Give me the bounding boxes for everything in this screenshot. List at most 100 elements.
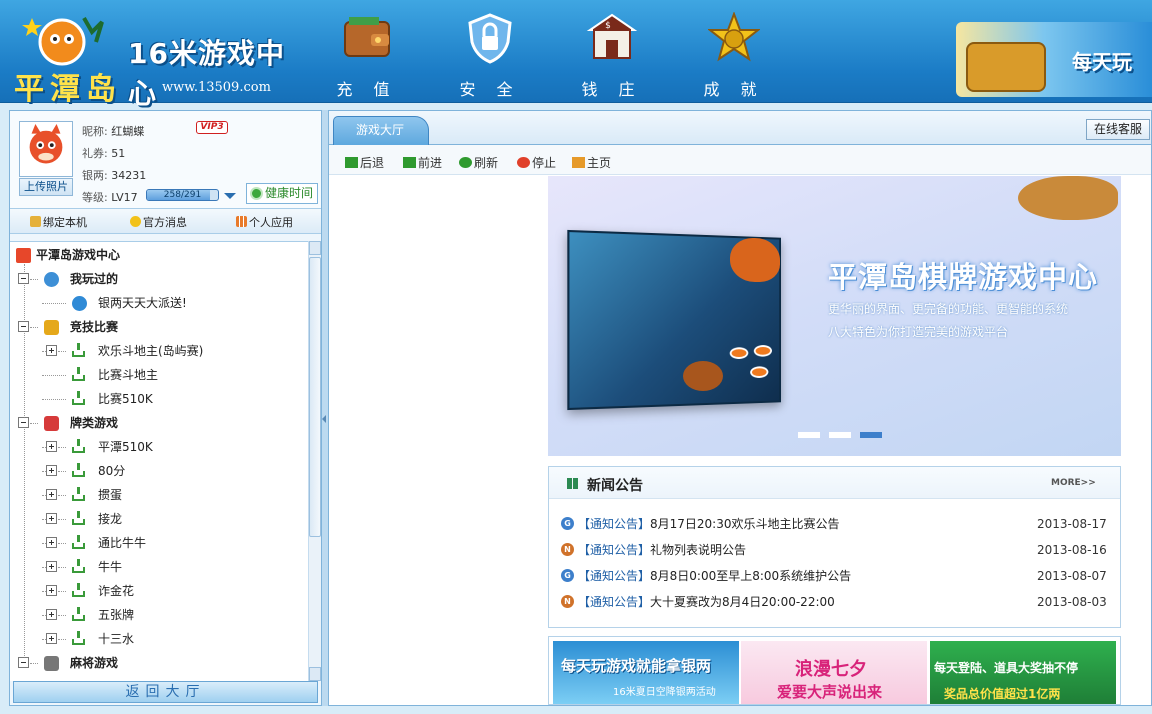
nav-recharge[interactable]: 充 值 [327,12,407,100]
carousel-dot-2[interactable] [829,432,851,438]
tree-root[interactable]: 平潭岛游戏中心 [16,244,120,266]
promo-3-caption: 奖品总价值超过1亿两 [944,687,1061,701]
nav-security[interactable]: 安 全 [450,12,530,100]
scroll-down-arrow-icon[interactable] [309,667,321,681]
back-button[interactable]: 后退 [345,154,384,171]
tree-node[interactable]: 我玩过的 [18,268,278,290]
download-icon [72,511,85,525]
level-value: LV17 [111,191,138,204]
promo-tile-2[interactable]: 浪漫七夕 爱要大声说出来 [741,641,927,704]
expand-plus-icon[interactable] [46,537,57,548]
official-news-link[interactable]: 官方消息 [130,214,187,230]
svg-text:$: $ [605,21,619,31]
tree-node[interactable]: 麻将游戏 [18,652,278,674]
tree-node[interactable]: 80分 [42,460,306,482]
refresh-label: 刷新 [474,156,499,170]
carousel-dot-1[interactable] [798,432,820,438]
news-item-title[interactable]: 8月8日0:00至早上8:00系统维护公告 [650,563,851,589]
tree-node-label: 牌类游戏 [70,416,119,430]
news-item-title[interactable]: 礼物列表说明公告 [650,537,746,563]
tree-node[interactable]: 银两天天大派送! [42,292,306,314]
news-item-tag: 【通知公告】 [578,517,651,531]
tree-node[interactable]: 牛牛 [42,556,306,578]
tree-node[interactable]: 比赛斗地主 [42,364,306,386]
stop-label: 停止 [532,156,557,170]
tree-node[interactable]: 牌类游戏 [18,412,278,434]
promo-tile-3[interactable]: 每天登陆、道具大奖抽不停 奖品总价值超过1亿两 [930,641,1116,704]
tab-game-hall[interactable]: 游戏大厅 [333,116,429,145]
back-to-hall-button[interactable]: 返回大厅 [13,681,318,703]
promo-tile-1[interactable]: 每天玩游戏就能拿银两 16米夏日空降银两活动 [553,641,739,704]
news-item-title[interactable]: 大十夏赛改为8月4日20:00-22:00 [650,589,835,615]
expand-plus-icon[interactable] [46,609,57,620]
news-more-link[interactable]: MORE>> [1051,478,1096,488]
expand-plus-icon[interactable] [46,633,57,644]
upload-photo-button[interactable]: 上传照片 [19,178,73,196]
carousel-dot-3[interactable] [860,432,882,438]
arrow-left-icon [345,157,358,168]
scroll-thumb[interactable] [309,257,321,537]
expand-plus-icon[interactable] [46,345,57,356]
tree-node[interactable]: 欢乐斗地主(岛屿赛) [42,340,306,362]
expand-plus-icon[interactable] [46,465,57,476]
tree-node[interactable]: 平潭510K [42,436,306,458]
news-item[interactable]: G 【通知公告】 8月8日0:00至早上8:00系统维护公告 2013-08-07 [561,563,1116,589]
left-panel: 上传照片 昵称: 红蝴蝶 VIP3 礼券: 51 银两: 34231 等级: L… [9,110,322,706]
banner-line-1: 更华丽的界面、更完备的功能、更智能的系统 [828,302,1069,316]
refresh-button[interactable]: 刷新 [459,154,498,171]
news-item[interactable]: N 【通知公告】 大十夏赛改为8月4日20:00-22:00 2013-08-03 [561,589,1116,615]
avatar[interactable] [19,121,73,177]
quick-links: 绑定本机 官方消息 个人应用 [10,209,321,234]
collapse-minus-icon[interactable] [18,321,29,332]
collapse-minus-icon[interactable] [18,417,29,428]
tree-node-label: 接龙 [98,512,123,526]
refresh-icon [459,157,472,168]
nav-security-label: 安 全 [459,80,521,99]
tree-node-label: 诈金花 [98,584,135,598]
logo-title: 16米游戏中心 [128,37,285,110]
tree-node[interactable]: 比赛510K [42,388,306,410]
header-ad-banner[interactable]: 每天玩 [956,22,1152,97]
scroll-up-arrow-icon[interactable] [309,241,321,255]
news-item-icon: N [561,595,574,608]
news-item-tag: 【通知公告】 [578,595,651,609]
expand-plus-icon[interactable] [46,585,57,596]
tree-node[interactable]: 五张牌 [42,604,306,626]
level-dropdown-icon[interactable] [224,193,236,199]
bulb-icon [130,216,141,227]
news-item-title[interactable]: 8月17日20:30欢乐斗地主比赛公告 [650,511,840,537]
collapse-minus-icon[interactable] [18,273,29,284]
tree-scrollbar[interactable] [308,241,321,681]
collapse-minus-icon[interactable] [18,657,29,668]
nav-achievement[interactable]: 成 就 [694,11,774,100]
download-icon [72,343,85,357]
promo-carousel[interactable]: 平潭岛棋牌游戏中心 更华丽的界面、更完备的功能、更智能的系统 八大特色为你打造完… [548,176,1121,456]
personal-apps-link[interactable]: 个人应用 [236,214,293,230]
collapse-arrow-icon[interactable] [322,415,326,423]
health-time-button[interactable]: 健康时间 [246,183,318,204]
logo-url: www.13509.com [162,80,271,95]
tree-node[interactable]: 掼蛋 [42,484,306,506]
bind-device-link[interactable]: 绑定本机 [30,214,87,230]
expand-plus-icon[interactable] [46,441,57,452]
tree-root-label: 平潭岛游戏中心 [36,248,121,262]
expand-plus-icon[interactable] [46,513,57,524]
forward-button[interactable]: 前进 [403,154,442,171]
home-button[interactable]: 主页 [572,154,611,171]
stop-button[interactable]: 停止 [517,154,556,171]
expand-plus-icon[interactable] [46,561,57,572]
nav-bank[interactable]: $ 钱 庄 [572,12,652,100]
nav-recharge-label: 充 值 [336,80,398,99]
tree-node[interactable]: 通比牛牛 [42,532,306,554]
online-service-button[interactable]: 在线客服 [1086,119,1150,140]
tree-node[interactable]: 竞技比赛 [18,316,278,338]
tree-node[interactable]: 诈金花 [42,580,306,602]
news-item[interactable]: N 【通知公告】 礼物列表说明公告 2013-08-16 [561,537,1116,563]
promo-2-caption: 爱要大声说出来 [777,683,883,701]
tree-node[interactable]: 十三水 [42,628,306,650]
expand-plus-icon[interactable] [46,489,57,500]
profile-card: 上传照片 昵称: 红蝴蝶 VIP3 礼券: 51 银两: 34231 等级: L… [10,111,321,209]
news-item[interactable]: G 【通知公告】 8月17日20:30欢乐斗地主比赛公告 2013-08-17 [561,511,1116,537]
browser-toolbar: 后退 前进 刷新 停止 主页 [329,145,1151,175]
tree-node[interactable]: 接龙 [42,508,306,530]
